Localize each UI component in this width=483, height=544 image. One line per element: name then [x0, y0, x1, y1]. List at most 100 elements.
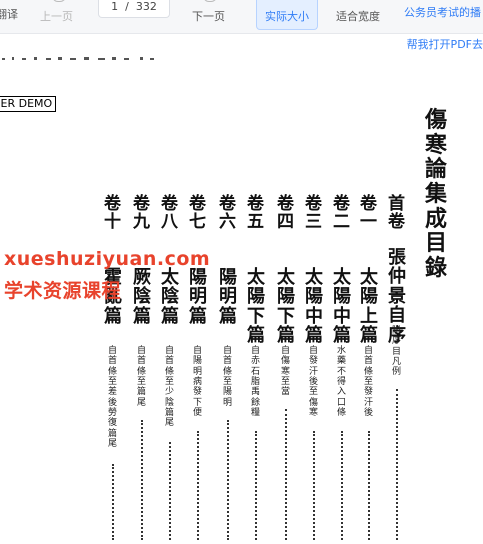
prev-page-icon: [52, 0, 66, 2]
chapter-char: 下: [277, 305, 295, 327]
title-char: 目: [425, 230, 448, 257]
note-char: 口: [337, 397, 347, 408]
chapter-char: 篇: [333, 325, 351, 347]
chapter-char: 明: [189, 286, 207, 308]
watermark-url: xueshuziyuan.com: [4, 248, 211, 270]
fit-width-button[interactable]: 适合宽度: [336, 8, 380, 24]
note-char: 條: [364, 366, 374, 377]
note-char: 傷: [281, 356, 291, 367]
note-char: 陽: [223, 387, 233, 398]
chapter-char: 陽: [333, 286, 351, 308]
note-char: 自: [165, 346, 175, 356]
toc-chapter-note: 自發汗後至傷寒: [309, 346, 318, 418]
note-char: 復: [108, 418, 118, 429]
page-separator: /: [121, 0, 133, 13]
note-char: 汗: [364, 397, 374, 408]
title-char: 成: [425, 205, 448, 232]
toc-leader-dots: [368, 431, 370, 540]
note-char: 得: [337, 377, 347, 388]
note-char: 自: [309, 346, 319, 356]
note-char: 至: [165, 377, 175, 388]
note-char: 自: [137, 346, 147, 356]
chapter-char: 上: [360, 305, 378, 327]
note-char: 凡: [392, 357, 402, 368]
note-char: 條: [223, 366, 233, 377]
note-char: 條: [337, 408, 347, 419]
toc-chapter-title[interactable]: 太陰篇: [161, 267, 179, 327]
chapter-char: 太: [161, 267, 179, 288]
chapter-char: 太: [247, 267, 265, 288]
note-char: 當: [281, 387, 291, 398]
page-current[interactable]: 1: [111, 0, 118, 13]
toc-volume-label: 卷一: [360, 195, 377, 232]
toc-volume-label: 卷九: [133, 195, 150, 232]
note-char: 藥: [337, 356, 347, 367]
note-char: 差: [108, 387, 118, 398]
chapter-char: 陰: [161, 286, 179, 308]
toc-leader-dots: [169, 442, 171, 540]
toc-chapter-title[interactable]: 厥陰篇: [133, 268, 151, 327]
watermark-text: 学术资源课程: [4, 280, 122, 302]
chapter-char: 篇: [104, 305, 122, 327]
toc-chapter-title[interactable]: 太陽上篇: [360, 268, 378, 346]
page-indicator[interactable]: 1 / 332: [98, 0, 170, 18]
toc-chapter-title[interactable]: 太陽下篇: [277, 268, 295, 346]
title-char: 集: [425, 180, 448, 207]
chapter-char: 太: [277, 267, 295, 288]
promo-link-1[interactable]: 公务员考试的播: [404, 4, 481, 20]
note-char: 入: [337, 387, 347, 398]
chapter-char: 陰: [133, 286, 151, 308]
note-char: 首: [137, 356, 147, 367]
promo-link-2[interactable]: 帮我打开PDF去: [407, 36, 483, 52]
note-char: 勞: [108, 408, 118, 419]
volume-char: 五: [247, 211, 264, 232]
note-char: 條: [108, 366, 118, 377]
note-char: 至: [309, 387, 319, 398]
note-char: 傷: [309, 397, 319, 408]
volume-char: 六: [219, 211, 236, 232]
next-page-button[interactable]: 下一页: [192, 8, 225, 24]
prev-page-button[interactable]: 上一页: [40, 8, 73, 24]
page-total: 332: [135, 0, 157, 13]
note-char: 寒: [309, 408, 319, 419]
note-char: 下: [193, 397, 203, 408]
note-char: 尾: [108, 439, 118, 450]
note-char: 脂: [251, 377, 261, 388]
toc-chapter-title[interactable]: 太陽中篇: [333, 268, 351, 346]
note-char: 至: [364, 377, 374, 388]
note-char: 尾: [165, 418, 175, 429]
note-char: 首: [108, 356, 118, 367]
note-char: 發: [309, 356, 319, 367]
volume-char: 二: [333, 211, 350, 232]
actual-size-label: 实际大小: [265, 10, 309, 23]
volume-char: 七: [189, 211, 206, 232]
toc-chapter-title[interactable]: 太陽中篇: [305, 268, 323, 346]
note-char: 條: [137, 366, 147, 377]
chapter-char: 中: [333, 305, 351, 327]
note-char: 自: [364, 346, 374, 356]
toc-chapter-note: 自首條至陽明: [223, 346, 232, 408]
toc-chapter-note: 自赤石脂禹餘糧: [251, 346, 260, 418]
toc-leader-dots: [285, 409, 287, 540]
note-char: 後: [309, 377, 319, 388]
toc-chapter-title[interactable]: 陽明篇: [189, 268, 207, 327]
note-char: 石: [251, 366, 261, 377]
chapter-char: 景: [388, 285, 406, 307]
toc-volume-label: 首卷: [388, 195, 405, 232]
toc-chapter-title[interactable]: 陽明篇: [219, 267, 237, 327]
note-char: 序: [392, 336, 402, 347]
toc-chapter-note: 附序目凡例: [392, 326, 401, 378]
volume-char: 十: [104, 211, 121, 232]
note-char: 首: [364, 356, 374, 367]
chapter-char: 陽: [247, 286, 265, 308]
actual-size-button[interactable]: 实际大小: [256, 0, 318, 30]
toc-chapter-title[interactable]: 太陽下篇: [247, 268, 265, 346]
translate-button[interactable]: 翻译: [0, 6, 18, 22]
note-char: 少: [165, 387, 175, 398]
chapter-char: 張: [388, 247, 406, 268]
note-char: 寒: [281, 366, 291, 377]
note-char: 明: [223, 397, 233, 408]
demo-label: GER DEMO: [0, 96, 57, 112]
chapter-char: 下: [247, 305, 265, 327]
chapter-char: 陽: [219, 267, 237, 288]
